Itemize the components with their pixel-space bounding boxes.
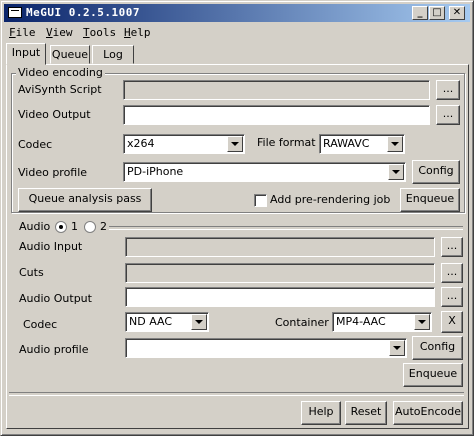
- chevron-down-icon[interactable]: [191, 314, 207, 330]
- add-prerendering-label: Add pre-rendering job: [270, 193, 391, 206]
- main-window: MeGUI 0.2.5.1007 _ □ ✕ File View Tools H…: [0, 0, 474, 436]
- audio-track-1-radio[interactable]: [55, 221, 67, 233]
- audio-input-browse-button[interactable]: ...: [441, 237, 463, 257]
- video-enqueue-button[interactable]: Enqueue: [400, 188, 460, 212]
- avisynth-browse-button[interactable]: ...: [436, 80, 460, 100]
- video-output-browse-button[interactable]: ...: [436, 105, 460, 125]
- input-tab-panel: Video encoding AviSynth Script ... Video…: [6, 64, 469, 429]
- audio-track-2-label: 2: [100, 220, 107, 233]
- file-format-label: File format: [257, 136, 316, 149]
- video-profile-label: Video profile: [18, 166, 88, 179]
- video-encoding-group: Video encoding AviSynth Script ... Video…: [11, 66, 465, 213]
- tab-log[interactable]: Log: [92, 45, 134, 64]
- maximize-button[interactable]: □: [429, 6, 445, 20]
- chevron-down-icon[interactable]: [414, 314, 430, 330]
- container-label: Container: [275, 316, 329, 329]
- audio-track-2-radio[interactable]: [84, 221, 96, 233]
- container-clear-button[interactable]: X: [441, 311, 463, 333]
- video-output-label: Video Output: [18, 108, 91, 121]
- cuts-label: Cuts: [19, 266, 44, 279]
- add-prerendering-checkbox[interactable]: [254, 194, 267, 207]
- chevron-down-icon[interactable]: [227, 136, 243, 152]
- audio-codec-select[interactable]: ND AAC: [125, 312, 209, 332]
- close-button[interactable]: ✕: [449, 6, 465, 20]
- window-title: MeGUI 0.2.5.1007: [26, 6, 140, 19]
- video-profile-select[interactable]: PD-iPhone: [123, 162, 406, 182]
- audio-input-label: Audio Input: [19, 240, 83, 253]
- file-format-select[interactable]: RAWAVC: [319, 134, 405, 154]
- video-codec-select[interactable]: x264: [123, 134, 245, 154]
- audio-profile-select[interactable]: [125, 338, 407, 358]
- cuts-field[interactable]: [125, 263, 435, 283]
- audio-track-1-label: 1: [71, 220, 78, 233]
- tab-queue[interactable]: Queue: [50, 45, 90, 64]
- autoencode-button[interactable]: AutoEncode: [393, 401, 463, 425]
- audio-codec-label: Codec: [23, 318, 58, 331]
- video-codec-label: Codec: [18, 138, 53, 151]
- chevron-down-icon[interactable]: [388, 164, 404, 180]
- audio-input-field[interactable]: [125, 237, 435, 257]
- chevron-down-icon[interactable]: [389, 340, 405, 356]
- audio-enqueue-button[interactable]: Enqueue: [403, 363, 463, 387]
- reset-button[interactable]: Reset: [345, 401, 387, 425]
- container-select[interactable]: MP4-AAC: [332, 312, 432, 332]
- queue-analysis-pass-button[interactable]: Queue analysis pass: [18, 188, 152, 212]
- menu-view[interactable]: View: [46, 26, 73, 39]
- cuts-browse-button[interactable]: ...: [441, 263, 463, 283]
- video-encoding-legend: Video encoding: [16, 66, 105, 79]
- audio-output-browse-button[interactable]: ...: [441, 287, 463, 307]
- avisynth-label: AviSynth Script: [18, 83, 102, 96]
- menu-help[interactable]: Help: [124, 26, 151, 39]
- audio-legend: Audio: [19, 220, 51, 233]
- footer-separator: [9, 392, 464, 396]
- help-button[interactable]: Help: [301, 401, 341, 425]
- audio-output-label: Audio Output: [19, 292, 92, 305]
- menu-tools[interactable]: Tools: [83, 26, 116, 39]
- tab-input[interactable]: Input: [6, 43, 46, 65]
- video-config-button[interactable]: Config: [412, 160, 460, 184]
- video-output-input[interactable]: [123, 105, 430, 125]
- audio-profile-label: Audio profile: [19, 343, 89, 356]
- audio-separator: [109, 226, 463, 230]
- menu-file[interactable]: File: [9, 26, 36, 39]
- title-bar[interactable]: MeGUI 0.2.5.1007 _ □ ✕: [4, 4, 470, 22]
- avisynth-input[interactable]: [123, 80, 430, 100]
- audio-config-button[interactable]: Config: [412, 336, 463, 360]
- minimize-button[interactable]: _: [412, 6, 428, 20]
- audio-output-field[interactable]: [125, 287, 435, 307]
- chevron-down-icon[interactable]: [387, 136, 403, 152]
- window-icon: [8, 7, 22, 18]
